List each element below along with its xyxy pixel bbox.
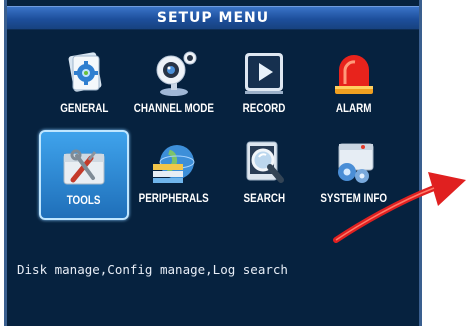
gear-document-icon bbox=[68, 52, 102, 92]
play-screen-icon bbox=[245, 53, 283, 94]
menu-item-tools[interactable]: TOOLS bbox=[39, 130, 129, 220]
setup-menu-title: SETUP MENU bbox=[7, 6, 419, 30]
menu-item-peripherals[interactable]: PERIPHERALS bbox=[129, 130, 219, 220]
menu-item-record[interactable]: RECORD bbox=[219, 40, 309, 130]
globe-network-icon bbox=[153, 145, 195, 183]
menu-item-search[interactable]: SEARCH bbox=[219, 130, 309, 220]
menu-item-alarm-label: ALARM bbox=[336, 101, 372, 115]
red-annotation-arrow bbox=[333, 172, 466, 243]
siren-light-icon bbox=[335, 55, 373, 94]
menu-item-channel-mode-label: CHANNEL MODE bbox=[133, 101, 215, 115]
menu-item-record-label: RECORD bbox=[242, 101, 286, 115]
status-description: Disk manage,Config manage,Log search bbox=[17, 262, 288, 277]
menu-item-alarm[interactable]: ALARM bbox=[309, 40, 399, 130]
webcam-icon bbox=[156, 51, 197, 96]
menu-item-peripherals-label: PERIPHERALS bbox=[138, 191, 209, 205]
toolbox-icon bbox=[63, 149, 105, 185]
magnifier-screen-icon bbox=[246, 141, 284, 183]
menu-item-search-label: SEARCH bbox=[243, 191, 285, 205]
menu-item-general-label: GENERAL bbox=[59, 101, 109, 115]
menu-item-tools-label: TOOLS bbox=[67, 193, 101, 207]
menu-item-channel-mode[interactable]: CHANNEL MODE bbox=[129, 40, 219, 130]
menu-item-general[interactable]: GENERAL bbox=[39, 40, 129, 130]
